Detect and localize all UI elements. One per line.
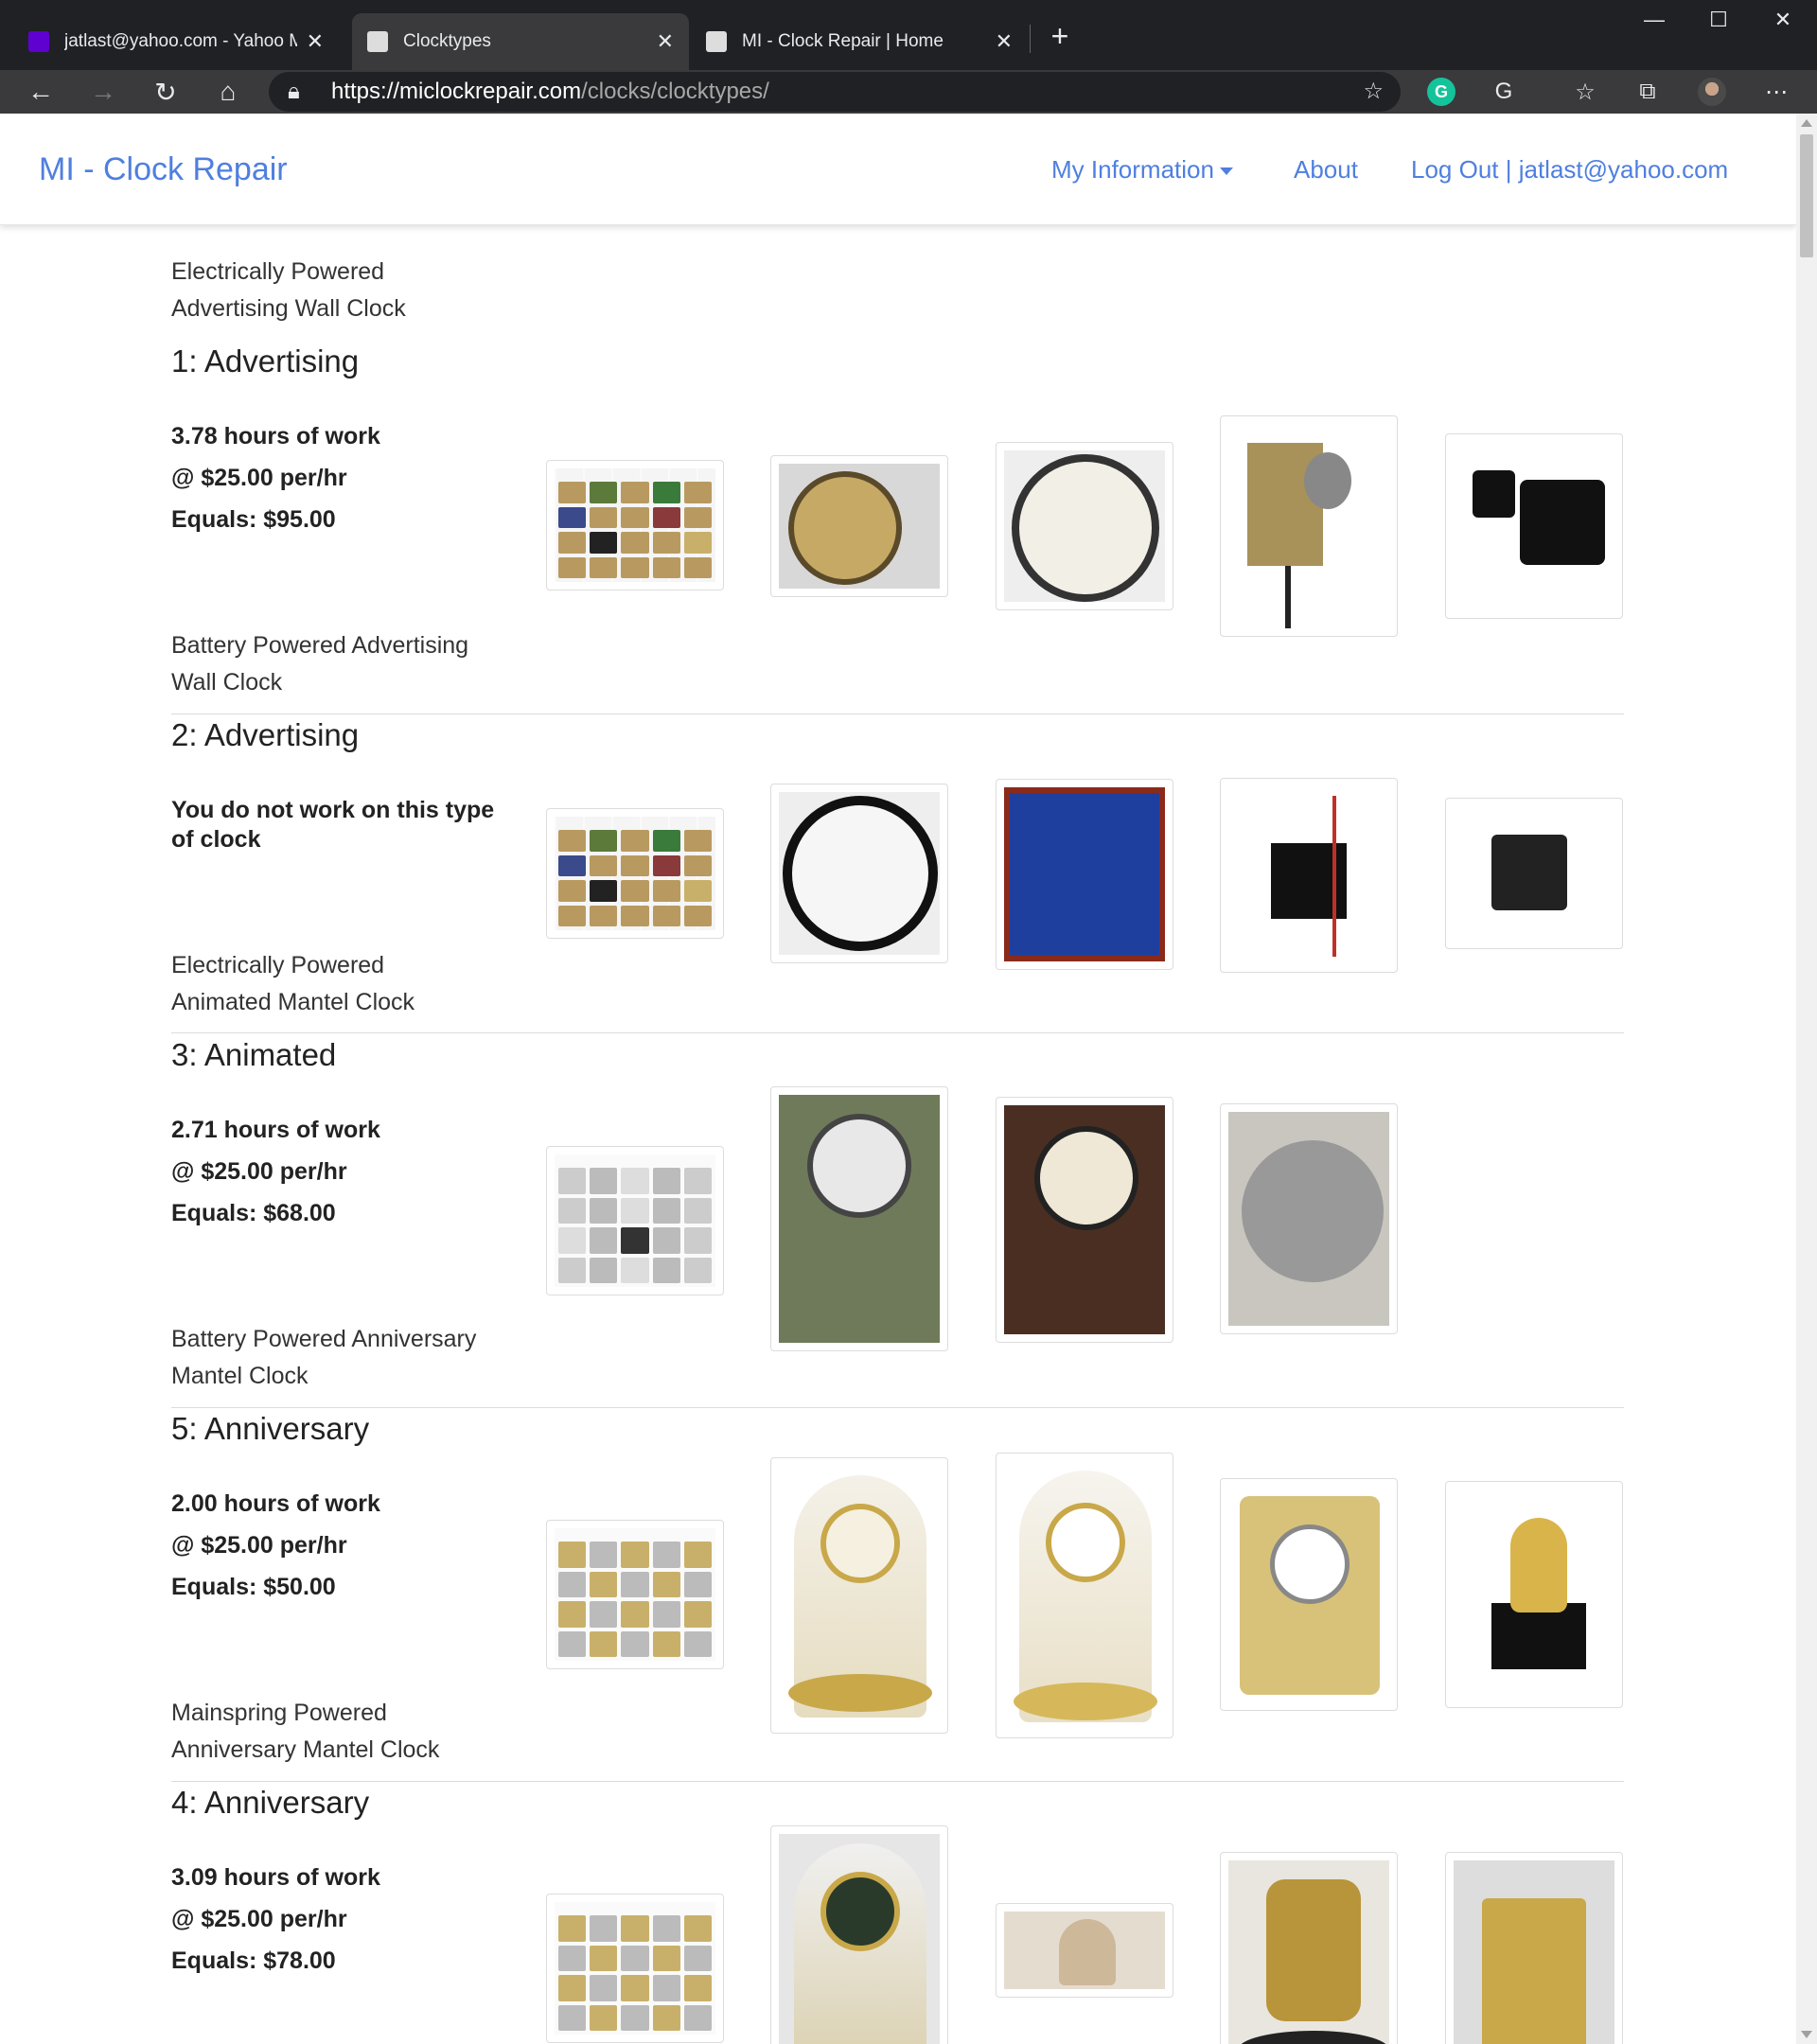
clock-movement-photo[interactable] [1445,433,1623,619]
total-cost: Equals: $68.00 [171,1200,336,1226]
brand-link[interactable]: MI - Clock Repair [39,151,288,188]
forward-icon[interactable]: → [81,70,125,114]
window-close-icon[interactable]: ✕ [1764,8,1802,32]
menu-icon[interactable]: ⋯ [1762,78,1791,106]
total-cost: Equals: $50.00 [171,1574,336,1600]
tab-clocktypes[interactable]: Clocktypes ✕ [352,13,689,70]
logout-link[interactable]: Log Out | jatlast@yahoo.com [1411,155,1728,185]
scroll-up-icon[interactable] [1801,119,1812,127]
reference-collage-image[interactable] [546,808,724,939]
reference-collage-image[interactable] [546,460,724,590]
close-icon[interactable]: ✕ [307,29,324,54]
hours-of-work: 3.09 hours of work [171,1864,380,1891]
hourly-rate: @ $25.00 per/hr [171,1906,347,1932]
clock-description: Battery Powered Anniversary Mantel Clock [171,1326,477,1389]
clock-photo[interactable] [770,784,948,963]
clock-type-heading: 1: Advertising [171,344,360,379]
caret-down-icon [1219,167,1233,176]
refresh-icon[interactable]: ↻ [144,70,187,114]
maximize-icon[interactable]: ☐ [1700,8,1738,32]
tab-label: jatlast@yahoo.com - Yahoo Mail [64,31,297,51]
my-information-dropdown[interactable]: My Information [1051,155,1233,185]
site-navbar: MI - Clock Repair My Information About L… [0,114,1796,225]
clock-movement-photo[interactable] [1445,1852,1623,2044]
clock-photo[interactable] [996,1097,1173,1343]
url-path: /clocks/clocktypes/ [581,79,769,104]
site-icon [706,31,727,52]
reference-collage-image[interactable] [546,1520,724,1669]
clock-type-heading: 5: Anniversary [171,1411,370,1446]
scroll-down-icon[interactable] [1801,2031,1812,2038]
hours-of-work: 3.78 hours of work [171,423,380,449]
lock-icon: 🔒︎ [288,79,300,104]
clock-movement-photo[interactable] [1220,1852,1398,2044]
tab-home[interactable]: MI - Clock Repair | Home ✕ [691,13,1028,70]
new-tab-button[interactable]: + [1041,19,1079,54]
browser-tab-bar: jatlast@yahoo.com - Yahoo Mail ✕ Clockty… [0,0,1817,70]
browser-toolbar: ← → ↻ ⌂ 🔒︎ https://miclockrepair.com/clo… [0,70,1817,114]
tab-label: MI - Clock Repair | Home [742,31,944,51]
clock-type-heading: 3: Animated [171,1037,337,1072]
tab-separator [1030,25,1031,53]
yahoo-mail-icon [28,31,49,52]
hourly-rate: @ $25.00 per/hr [171,465,347,491]
collections-icon[interactable]: ⧉ [1633,78,1662,106]
clock-type-heading: 2: Advertising [171,717,360,752]
clock-description: Mainspring Powered Anniversary Mantel Cl… [171,1700,440,1763]
reference-collage-image[interactable] [546,1146,724,1295]
total-cost: Equals: $95.00 [171,506,336,533]
total-cost: Equals: $78.00 [171,1947,336,1974]
clock-photo[interactable] [770,1086,948,1351]
close-icon[interactable]: ✕ [657,29,674,54]
scrollbar-thumb[interactable] [1800,134,1813,257]
grammarly-extension-icon[interactable]: G [1427,78,1455,106]
clock-photo[interactable] [770,455,948,597]
back-icon[interactable]: ← [19,70,62,114]
clock-photo[interactable] [770,1825,948,2044]
home-icon[interactable]: ⌂ [206,70,250,114]
tab-yahoo-mail[interactable]: jatlast@yahoo.com - Yahoo Mail ✕ [13,13,339,70]
clock-photo[interactable] [996,442,1173,610]
hourly-rate: @ $25.00 per/hr [171,1158,347,1185]
address-bar[interactable]: 🔒︎ https://miclockrepair.com/clocks/cloc… [269,72,1401,112]
hourly-rate: @ $25.00 per/hr [171,1532,347,1559]
reference-collage-image[interactable] [546,1894,724,2043]
clock-description: Electrically Powered Animated Mantel Clo… [171,952,415,1015]
page-scrollbar[interactable] [1796,114,1817,2044]
clock-movement-photo[interactable] [1220,1103,1398,1334]
clock-photo[interactable] [996,779,1173,970]
profile-avatar[interactable] [1698,78,1726,106]
clock-photo[interactable] [770,1457,948,1734]
clock-movement-photo[interactable] [1220,415,1398,637]
clock-movement-photo[interactable] [1220,778,1398,973]
clock-type-heading: 4: Anniversary [171,1785,370,1820]
close-icon[interactable]: ✕ [996,29,1013,54]
section-divider [171,1407,1624,1408]
site-icon [367,31,388,52]
extension-icon[interactable]: G [1490,78,1518,106]
my-information-label: My Information [1051,155,1214,184]
about-link[interactable]: About [1294,155,1358,185]
tab-label: Clocktypes [403,31,491,51]
url-host: https://miclockrepair.com [331,79,582,104]
clock-photo[interactable] [996,1453,1173,1738]
section-divider [171,1032,1624,1033]
page-content: MI - Clock Repair My Information About L… [0,114,1796,2044]
clock-description: Electrically Powered Advertising Wall Cl… [171,258,406,322]
clock-movement-photo[interactable] [1445,1481,1623,1708]
hours-of-work: 2.71 hours of work [171,1117,380,1143]
clock-photo[interactable] [1220,1478,1398,1711]
clock-movement-photo[interactable] [1445,798,1623,949]
section-divider [171,1781,1624,1782]
not-serviced-note: You do not work on this type of clock [171,797,495,853]
clock-description: Battery Powered Advertising Wall Clock [171,632,469,696]
hours-of-work: 2.00 hours of work [171,1490,380,1517]
add-favorite-icon[interactable]: ☆ [1363,78,1384,105]
favorites-icon[interactable]: ☆ [1571,78,1599,106]
clock-photo[interactable] [996,1903,1173,1998]
minimize-icon[interactable]: — [1635,8,1673,32]
